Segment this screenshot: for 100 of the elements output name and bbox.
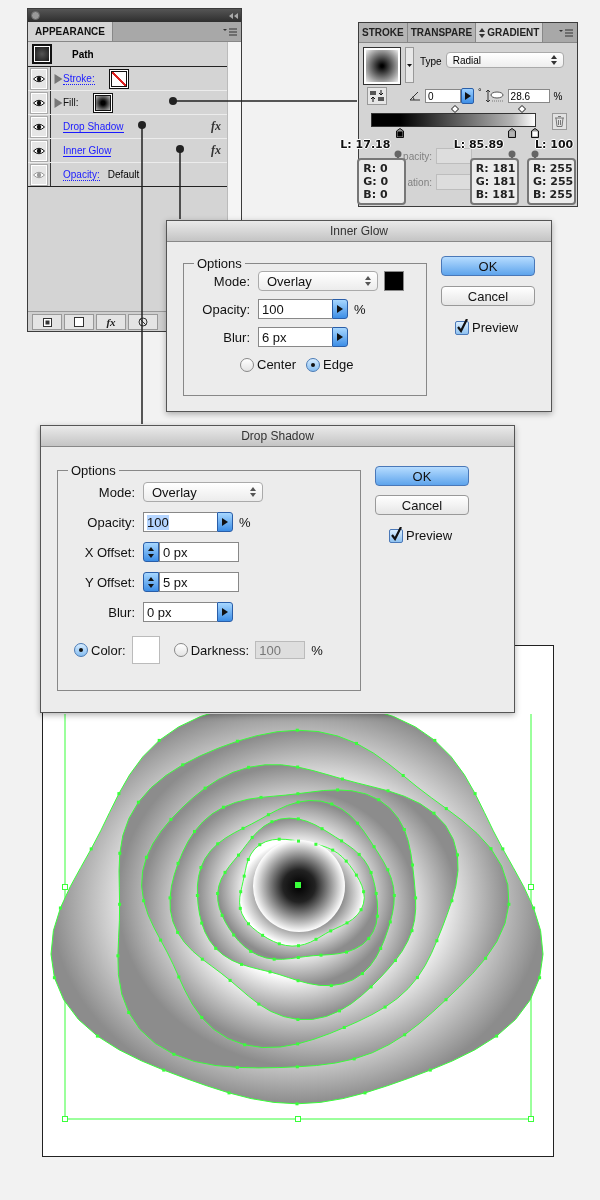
path-label: Path [72,48,94,60]
eye-icon[interactable] [33,98,45,107]
gradient-slider[interactable] [371,105,536,137]
value-field[interactable]: 100 [143,512,217,532]
effect-badge[interactable]: fx [211,143,221,158]
swatch-dropdown-button[interactable] [405,47,414,83]
panel-tab[interactable]: APPEARANCE [28,22,113,41]
group-label: Options [196,256,243,271]
panel-tab[interactable]: GRADIENT [476,23,544,42]
triangle-icon [464,92,471,100]
field-label: Y Offset: [83,574,135,590]
checkmark-icon [456,318,468,333]
field-label: Opacity: [201,301,250,317]
disabled-field [436,148,472,164]
value-field[interactable]: 0 px [159,542,239,562]
up-down-arrows-icon [550,55,557,65]
color-value: B: 0 [363,188,389,201]
default-button[interactable]: OK [441,256,535,276]
color-value: G: 0 [363,175,390,188]
field-label: Blur: [222,329,250,345]
color-stop[interactable] [396,128,404,138]
default-button[interactable]: OK [375,466,469,486]
panel-tab[interactable]: TRANSPARE [407,23,477,42]
type-dropdown[interactable]: Radial [445,52,564,68]
preview-checkbox[interactable]: Preview [389,528,469,543]
eye-icon[interactable] [33,146,45,155]
dialog-button[interactable]: Cancel [441,286,535,306]
effect-badge[interactable]: fx [211,119,221,134]
field-label: Blur: [107,604,135,620]
panel-tab[interactable]: STROKE [359,23,408,42]
triangle-icon [337,333,343,341]
color-swatch[interactable] [131,636,160,664]
preview-checkbox[interactable]: Preview [455,320,535,335]
aspect-ratio-field[interactable]: 28.6 [507,89,550,103]
opacity-value: Default [107,169,140,180]
up-down-arrows-icon [148,546,154,558]
location-label: L: 85.89 [453,138,504,151]
angle-field[interactable]: 0 [425,89,461,103]
none-swatch[interactable] [110,70,127,87]
slider-popup-button[interactable] [217,602,233,622]
disabled-field [436,174,472,190]
dialog-button[interactable]: Cancel [375,495,469,515]
aspect-ratio-icon [485,89,504,103]
color-value: R: 255 [533,162,570,175]
field-label: Mode: [212,273,250,289]
clear-button[interactable] [128,314,158,330]
close-icon[interactable] [31,11,40,20]
percent-unit: % [311,642,323,658]
dialog-title: Drop Shadow [41,426,514,447]
radio-button[interactable]: Color: [74,642,126,658]
slider-popup-button[interactable] [217,512,233,532]
radio-button[interactable]: Center [240,357,297,372]
mode-dropdown[interactable]: Overlay [143,482,263,502]
color-value: B: 181 [475,188,513,201]
stepper-button[interactable] [143,572,159,592]
color-value: R: 181 [475,162,513,175]
collapse-arrows-icon[interactable] [229,12,238,19]
field-label: Opacity: [86,514,135,530]
up-down-arrows-icon [479,27,486,38]
stepper-button[interactable] [143,542,159,562]
color-swatch[interactable] [384,271,404,291]
group-label: Options [70,463,117,478]
disclosure-triangle-icon[interactable] [54,73,63,84]
reverse-gradient-icon[interactable] [367,87,387,105]
up-down-arrows-icon [365,276,371,286]
attribute-label: Fill: [63,97,79,108]
slider-popup-button[interactable] [332,299,348,319]
add-effect-button[interactable]: fx [96,314,126,330]
eye-icon[interactable] [33,122,45,131]
mode-dropdown[interactable]: Overlay [258,271,378,291]
value-field[interactable]: 0 px [143,602,217,622]
value-field[interactable]: 5 px [159,572,239,592]
color-stop[interactable] [531,128,539,138]
color-stop[interactable] [508,128,516,138]
trash-icon[interactable] [552,112,567,130]
attribute-link[interactable]: Inner Glow [63,144,112,157]
path-thumbnail [32,44,52,64]
attribute-link[interactable]: Drop Shadow [63,120,124,133]
color-value: B: 255 [533,188,570,201]
disclosure-triangle-icon[interactable] [54,97,63,108]
value-field[interactable]: 100 [258,299,332,319]
add-fill-button[interactable] [64,314,94,330]
eye-icon[interactable] [33,74,45,83]
attribute-link[interactable]: Stroke: [63,72,95,85]
angle-icon [409,91,421,101]
location-label: L: 100 [535,138,574,151]
slider-popup-button[interactable] [332,327,348,347]
field-label: Mode: [97,484,135,500]
gradient-swatch[interactable] [363,47,401,85]
angle-dropdown-button[interactable] [461,88,474,104]
disabled-label: pacity: [403,150,432,162]
radio-button[interactable]: Edge [306,357,354,372]
degree-unit: ° [478,87,482,97]
gradient-swatch[interactable] [94,94,111,111]
percent-unit: % [553,90,563,102]
value-field[interactable]: 6 px [258,327,332,347]
dialog-title: Inner Glow [167,221,551,242]
type-label: Type [420,56,442,67]
add-stroke-button[interactable] [32,314,62,330]
triangle-icon [222,518,228,526]
